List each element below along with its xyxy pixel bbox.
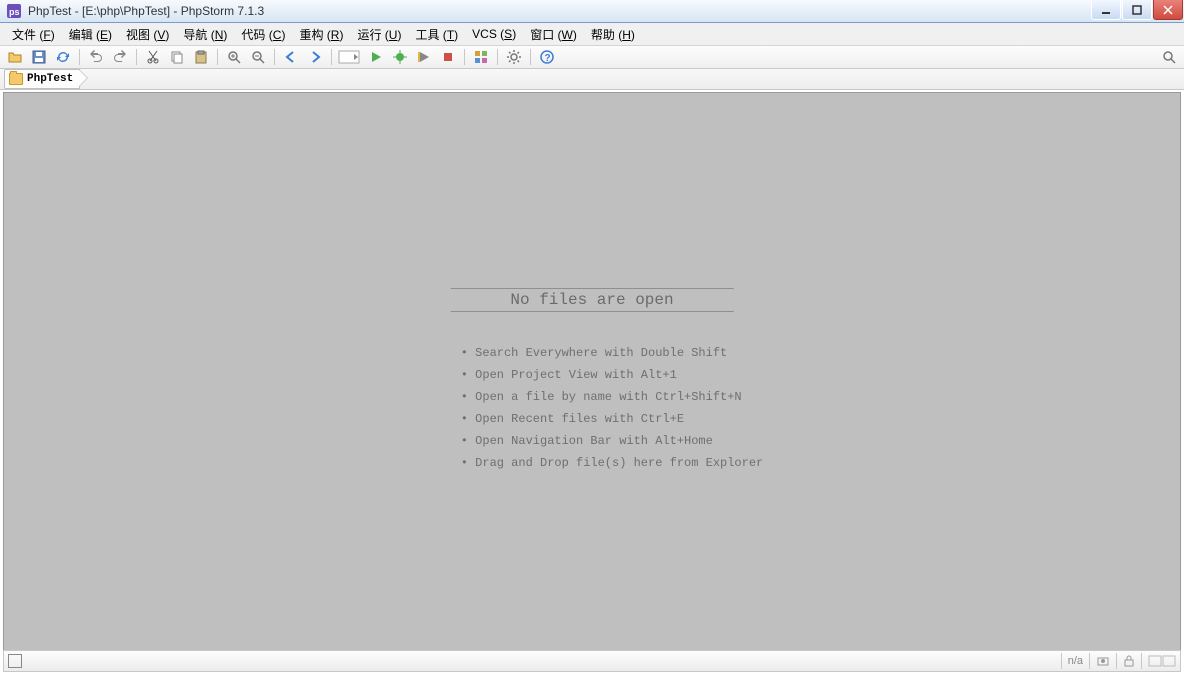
menu-h[interactable]: 帮助 (H) <box>585 24 641 45</box>
menu-f[interactable]: 文件 (F) <box>6 24 61 45</box>
title-bar: ps PhpTest - [E:\php\PhpTest] - PhpStorm… <box>0 0 1184 23</box>
read-only-icon[interactable] <box>1116 653 1135 669</box>
menu-e[interactable]: 编辑 (E) <box>63 24 118 45</box>
run-config-icon[interactable] <box>337 47 363 67</box>
forward-icon[interactable] <box>304 47 326 67</box>
empty-editor-panel: No files are open Search Everywhere with… <box>421 288 763 486</box>
maximize-button[interactable] <box>1122 0 1152 20</box>
stop-icon[interactable] <box>437 47 459 67</box>
save-icon[interactable] <box>28 47 50 67</box>
close-button[interactable] <box>1153 0 1183 20</box>
toolbar-separator <box>530 49 531 65</box>
minimize-button[interactable] <box>1091 0 1121 20</box>
breadcrumb-label: PhpTest <box>27 73 73 85</box>
menu-bar: 文件 (F)编辑 (E)视图 (V)导航 (N)代码 (C)重构 (R)运行 (… <box>0 23 1184 46</box>
breadcrumb-root[interactable]: PhpTest <box>4 69 80 89</box>
no-files-title: No files are open <box>450 288 733 312</box>
menu-u[interactable]: 运行 (U) <box>351 24 407 45</box>
sync-icon[interactable] <box>52 47 74 67</box>
hint-list: Search Everywhere with Double ShiftOpen … <box>421 342 763 474</box>
menu-v[interactable]: 视图 (V) <box>120 24 175 45</box>
paste-icon[interactable] <box>190 47 212 67</box>
toolbar: ? <box>0 46 1184 69</box>
redo-icon[interactable] <box>109 47 131 67</box>
copy-icon[interactable] <box>166 47 188 67</box>
menu-t[interactable]: 工具 (T) <box>409 24 464 45</box>
svg-text:?: ? <box>545 53 551 64</box>
status-bar: n/a <box>3 650 1181 672</box>
toolbar-separator <box>497 49 498 65</box>
toolbar-separator <box>274 49 275 65</box>
menu-s[interactable]: VCS (S) <box>466 25 522 43</box>
app-icon: ps <box>6 3 22 19</box>
undo-icon[interactable] <box>85 47 107 67</box>
hint-item: Open Recent files with Ctrl+E <box>461 408 763 430</box>
settings-icon[interactable] <box>503 47 525 67</box>
menu-r[interactable]: 重构 (R) <box>293 24 349 45</box>
breadcrumb-bar: PhpTest <box>0 69 1184 90</box>
menu-w[interactable]: 窗口 (W) <box>524 24 583 45</box>
window-title: PhpTest - [E:\php\PhpTest] - PhpStorm 7.… <box>28 4 264 18</box>
memory-indicator-icon[interactable] <box>1141 653 1176 669</box>
toolbar-separator <box>464 49 465 65</box>
run-icon[interactable] <box>365 47 387 67</box>
back-icon[interactable] <box>280 47 302 67</box>
hint-item: Search Everywhere with Double Shift <box>461 342 763 364</box>
toolbar-separator <box>331 49 332 65</box>
toolbar-separator <box>136 49 137 65</box>
svg-text:ps: ps <box>9 7 20 17</box>
structure-icon[interactable] <box>470 47 492 67</box>
cut-icon[interactable] <box>142 47 164 67</box>
folder-icon <box>9 73 23 85</box>
menu-c[interactable]: 代码 (C) <box>235 24 291 45</box>
hint-item: Open Project View with Alt+1 <box>461 364 763 386</box>
zoom-out-icon[interactable] <box>247 47 269 67</box>
inspection-icon[interactable] <box>1089 653 1110 669</box>
menu-n[interactable]: 导航 (N) <box>177 24 233 45</box>
toolbar-separator <box>217 49 218 65</box>
search-icon[interactable] <box>1160 48 1178 66</box>
hint-item: Open a file by name with Ctrl+Shift+N <box>461 386 763 408</box>
help-icon[interactable]: ? <box>536 47 558 67</box>
toolbar-separator <box>79 49 80 65</box>
tool-window-toggle-icon[interactable] <box>8 654 22 668</box>
debug-icon[interactable] <box>389 47 411 67</box>
zoom-in-icon[interactable] <box>223 47 245 67</box>
insert-mode: n/a <box>1061 653 1083 669</box>
hint-item: Drag and Drop file(s) here from Explorer <box>461 452 763 474</box>
editor-area: No files are open Search Everywhere with… <box>3 92 1181 656</box>
window-controls <box>1091 0 1184 20</box>
hint-item: Open Navigation Bar with Alt+Home <box>461 430 763 452</box>
coverage-icon[interactable] <box>413 47 435 67</box>
open-icon[interactable] <box>4 47 26 67</box>
